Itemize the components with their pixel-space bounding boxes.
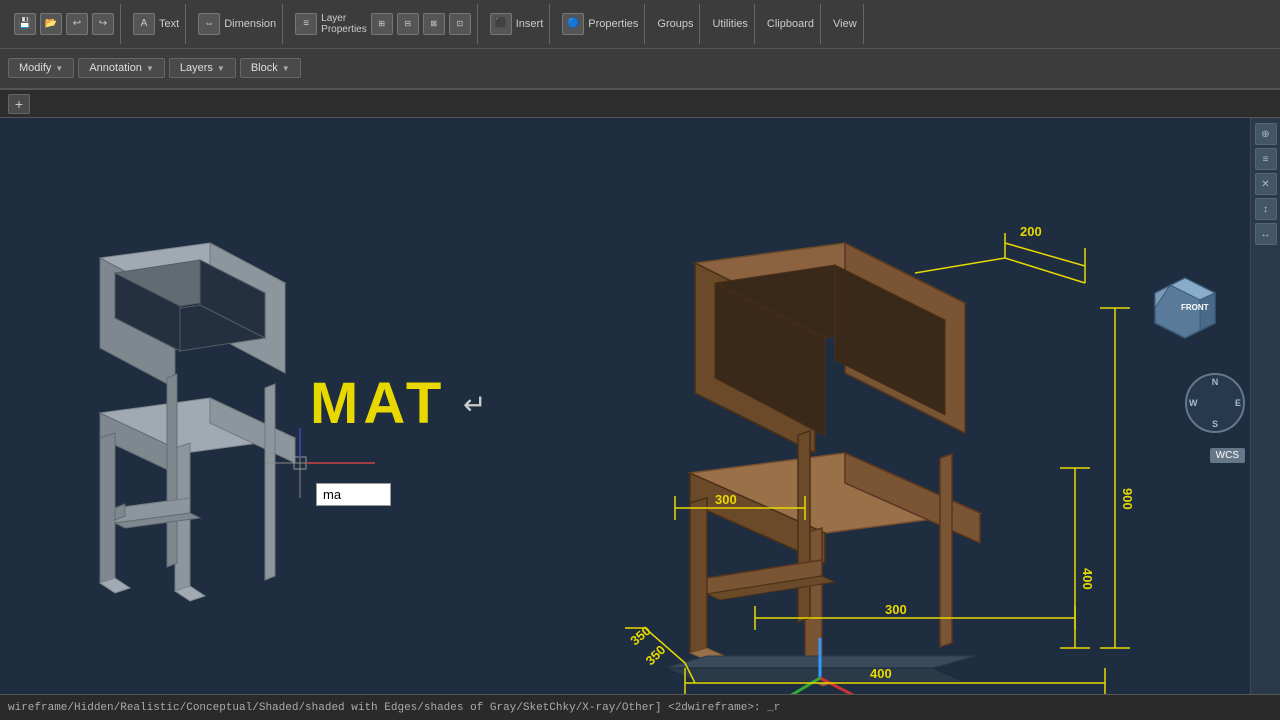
dimension-icon[interactable]: ⇔ — [198, 13, 220, 35]
view-label: View — [833, 18, 857, 30]
panel-btn-3[interactable]: ✕ — [1255, 173, 1277, 195]
main-canvas[interactable]: MAT ↵ — [0, 118, 1280, 694]
clipboard-label: Clipboard — [767, 18, 814, 30]
brown-chair — [665, 243, 980, 694]
insert-group: ⬛ Insert — [484, 4, 551, 44]
layer-icon[interactable]: ≡ — [295, 13, 317, 35]
svg-text:300: 300 — [715, 492, 737, 507]
layer-btn5[interactable]: ⊡ — [449, 13, 471, 35]
mat-text: MAT — [310, 371, 446, 436]
compass-circle: N S W E — [1185, 373, 1245, 433]
svg-text:200: 200 — [1020, 224, 1042, 239]
gray-chair — [100, 243, 295, 601]
open-icon[interactable]: 📂 — [40, 13, 62, 35]
statusbar: wireframe/Hidden/Realistic/Conceptual/Sh… — [0, 694, 1280, 720]
utilities-group: Utilities — [706, 4, 754, 44]
svg-text:300: 300 — [885, 602, 907, 617]
panel-btn-1[interactable]: ⊕ — [1255, 123, 1277, 145]
annotation-dropdown[interactable]: Annotation — [78, 58, 165, 78]
compass-north: N — [1212, 377, 1219, 387]
command-input[interactable] — [316, 483, 391, 506]
panel-btn-5[interactable]: ↔ — [1255, 223, 1277, 245]
svg-text:350: 350 — [643, 642, 669, 668]
new-tab-button[interactable]: + — [8, 94, 30, 114]
text-icon[interactable]: A — [133, 13, 155, 35]
compass-south: S — [1212, 419, 1218, 429]
layer-btn4[interactable]: ⊠ — [423, 13, 445, 35]
compass: N S W E — [1180, 368, 1250, 438]
groups-group: Groups — [651, 4, 700, 44]
view-cube[interactable]: FRONT — [1140, 268, 1230, 358]
redo-icon[interactable]: ↪ — [92, 13, 114, 35]
toolbar-row2: Modify Annotation Layers Block — [0, 49, 1280, 88]
layers-dropdown[interactable]: Layers — [169, 58, 236, 78]
block-dropdown[interactable]: Block — [240, 58, 301, 78]
panel-btn-2[interactable]: ≡ — [1255, 148, 1277, 170]
view-group: View — [827, 4, 864, 44]
svg-text:FRONT: FRONT — [1181, 303, 1209, 312]
clipboard-group: Clipboard — [761, 4, 821, 44]
properties-label: Properties — [588, 18, 638, 30]
svg-text:400: 400 — [870, 666, 892, 681]
modify-dropdown[interactable]: Modify — [8, 58, 74, 78]
dimension-label: Dimension — [224, 18, 276, 30]
quick-access-group: 💾 📂 ↩ ↪ — [8, 4, 121, 44]
status-text: wireframe/Hidden/Realistic/Conceptual/Sh… — [8, 702, 780, 714]
insert-icon[interactable]: ⬛ — [490, 13, 512, 35]
layer-group: ≡ Layer Properties ⊞ ⊟ ⊠ ⊡ — [289, 4, 478, 44]
svg-text:900: 900 — [1120, 488, 1135, 510]
utilities-label: Utilities — [712, 18, 747, 30]
toolbar: 💾 📂 ↩ ↪ A Text ⇔ Dimension ≡ Layer Prope… — [0, 0, 1280, 90]
tabbar: + — [0, 90, 1280, 118]
save-icon[interactable]: 💾 — [14, 13, 36, 35]
svg-text:350: 350 — [627, 623, 653, 648]
command-input-container — [316, 483, 391, 506]
insert-label: Insert — [516, 18, 544, 30]
toolbar-row1: 💾 📂 ↩ ↪ A Text ⇔ Dimension ≡ Layer Prope… — [0, 0, 1280, 49]
layer-label: Layer Properties — [321, 13, 367, 35]
panel-btn-4[interactable]: ↕ — [1255, 198, 1277, 220]
text-label: Text — [159, 18, 179, 30]
svg-text:↵: ↵ — [463, 389, 486, 420]
right-panel: ⊕ ≡ ✕ ↕ ↔ — [1250, 118, 1280, 694]
svg-text:400: 400 — [1080, 568, 1095, 590]
groups-label: Groups — [657, 18, 693, 30]
layer-btn2[interactable]: ⊞ — [371, 13, 393, 35]
compass-west: W — [1189, 398, 1198, 408]
layer-btn3[interactable]: ⊟ — [397, 13, 419, 35]
properties-icon[interactable]: 🔵 — [562, 13, 584, 35]
text-group: A Text — [127, 4, 186, 44]
properties-group: 🔵 Properties — [556, 4, 645, 44]
compass-east: E — [1235, 398, 1241, 408]
dimension-group: ⇔ Dimension — [192, 4, 283, 44]
undo-icon[interactable]: ↩ — [66, 13, 88, 35]
wcs-label: WCS — [1210, 448, 1245, 463]
